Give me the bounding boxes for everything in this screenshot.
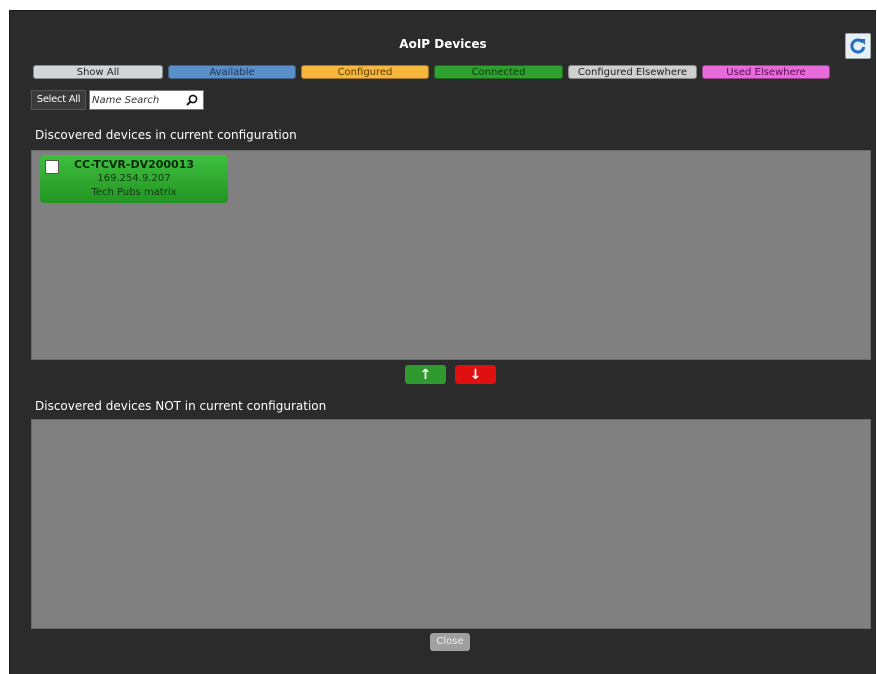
dialog-title: AoIP Devices [399, 37, 487, 51]
device-tile[interactable]: CC-TCVR-DV200013 169.254.9.207 Tech Pubs… [40, 155, 228, 203]
select-all-button[interactable]: Select All [31, 90, 86, 110]
refresh-button[interactable] [845, 33, 871, 59]
filter-configured-button[interactable]: Configured [301, 65, 429, 79]
name-search-box[interactable] [89, 90, 204, 110]
refresh-icon [850, 38, 866, 54]
device-name: CC-TCVR-DV200013 [73, 158, 195, 171]
search-icon[interactable] [186, 94, 198, 106]
name-search-input[interactable] [92, 92, 180, 108]
device-description: Tech Pubs matrix [91, 187, 177, 198]
arrow-up-icon: ↑ [419, 366, 432, 383]
move-down-button[interactable]: ↓ [455, 365, 496, 384]
filter-connected-button[interactable]: Connected [434, 65, 563, 79]
device-ip-address: 169.254.9.207 [97, 173, 171, 184]
close-button[interactable]: Close [430, 633, 470, 651]
filter-used-elsewhere-button[interactable]: Used Elsewhere [702, 65, 830, 79]
move-up-button[interactable]: ↑ [405, 365, 446, 384]
filter-show-all-button[interactable]: Show All [33, 65, 163, 79]
aoip-devices-dialog: AoIP Devices Show All Available Configur… [9, 10, 876, 674]
not-current-config-device-panel [31, 419, 871, 629]
current-config-section-label: Discovered devices in current configurat… [35, 128, 297, 142]
filter-available-button[interactable]: Available [168, 65, 296, 79]
not-current-config-section-label: Discovered devices NOT in current config… [35, 399, 327, 413]
arrow-down-icon: ↓ [469, 366, 482, 383]
current-config-device-panel: CC-TCVR-DV200013 169.254.9.207 Tech Pubs… [31, 150, 871, 360]
filter-configured-elsewhere-button[interactable]: Configured Elsewhere [568, 65, 697, 79]
